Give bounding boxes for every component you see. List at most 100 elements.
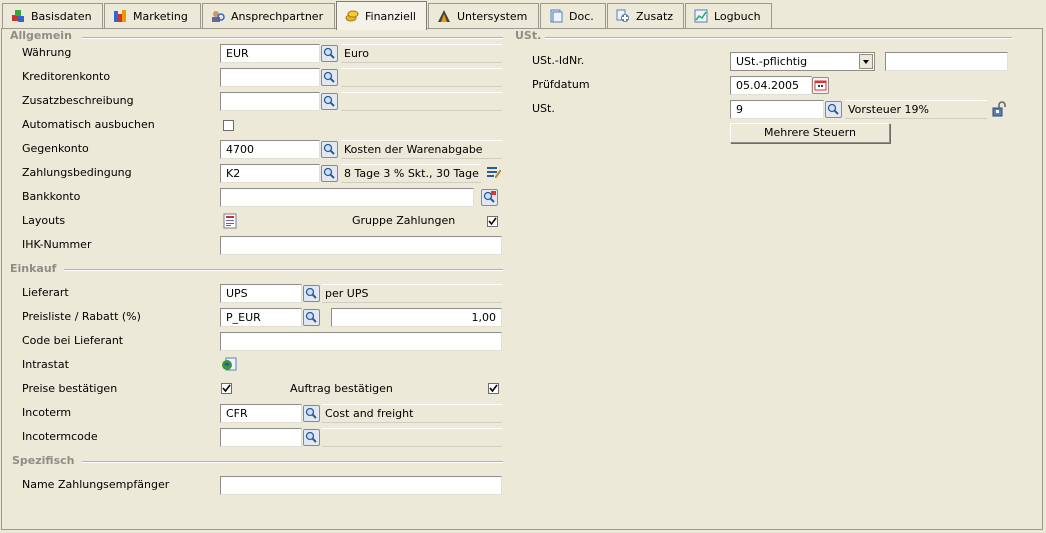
tab-label: Basisdaten [31,9,92,23]
chevron-down-icon [863,60,869,64]
zahlungsbedingung-lookup-button[interactable] [321,165,338,182]
automatisch-ausbuchen-checkbox[interactable] [223,120,234,131]
gegenkonto-lookup-button[interactable] [321,141,338,158]
waehrung-label: Währung [22,46,72,59]
name-zahlungsempfaenger-label: Name Zahlungsempfänger [22,478,170,491]
ihk-nummer-input[interactable] [220,236,502,255]
auftrag-bestaetigen-label: Auftrag bestätigen [290,382,393,395]
incotermcode-lookup-button[interactable] [303,429,320,446]
tab-doc[interactable]: Doc. [540,3,606,28]
contacts-icon [212,11,225,22]
lookup-icon [323,71,335,83]
tab-ansprechpartner[interactable]: Ansprechpartner [202,3,335,28]
ust-idnr-label: USt.-IdNr. [532,54,585,67]
lookup-icon [483,191,496,203]
incotermcode-label: Incotermcode [22,430,98,443]
zahlungsbedingung-label: Zahlungsbedingung [22,166,132,179]
lieferart-lookup-button[interactable] [303,285,320,302]
ust-lookup-button[interactable] [825,101,842,118]
waehrung-input[interactable]: EUR [220,44,320,63]
pruefdatum-input[interactable]: 05.04.2005 [730,76,812,95]
zusatzbeschreibung-lookup-button[interactable] [321,93,338,110]
checkmark-icon [488,217,497,226]
gegenkonto-label: Gegenkonto [22,142,89,155]
name-zahlungsempfaenger-input[interactable] [220,476,502,495]
dropdown-arrow[interactable] [859,54,873,69]
lookup-icon [305,287,317,299]
coins-icon [345,10,359,22]
logbook-icon [694,9,708,23]
checkmark-icon [489,384,498,393]
preisliste-label: Preisliste / Rabatt (%) [22,310,141,323]
incoterm-description: Cost and freight [322,404,502,423]
zusatzbeschreibung-input[interactable] [220,92,320,111]
lookup-icon [827,103,839,115]
blocks-icon [12,10,24,22]
preisliste-lookup-button[interactable] [303,309,320,326]
incoterm-lookup-button[interactable] [303,405,320,422]
gegenkonto-description: Kosten der Warenabgabe [341,140,502,159]
waehrung-description: Euro [341,44,502,63]
layouts-icon[interactable] [222,213,238,229]
bankkonto-input[interactable] [220,188,474,207]
incoterm-input[interactable]: CFR [220,404,302,423]
mehrere-steuern-button[interactable]: Mehrere Steuern [730,123,890,143]
lookup-icon [305,407,317,419]
unlock-icon[interactable] [991,100,1008,117]
lookup-icon [323,95,335,107]
kreditorenkonto-input[interactable] [220,68,320,87]
ust-description: Vorsteuer 19% [845,100,987,119]
automatisch-ausbuchen-label: Automatisch ausbuchen [22,118,155,131]
extra-icon [616,9,629,22]
document-icon [550,9,563,23]
tab-label: Marketing [133,9,188,23]
preise-bestaetigen-checkbox[interactable] [221,383,232,394]
checkmark-icon [222,384,231,393]
ust-code-label: USt. [532,102,555,115]
tab-label: Logbuch [714,9,761,23]
section-title-spezifisch: Spezifisch [12,454,75,467]
calendar-button[interactable] [812,77,829,94]
tab-label: Doc. [569,9,594,23]
auftrag-bestaetigen-checkbox[interactable] [488,383,499,394]
section-title-allgemein: Allgemein [10,29,72,42]
incotermcode-input[interactable] [220,428,302,447]
tab-logbuch[interactable]: Logbuch [685,3,772,28]
tab-untersystem[interactable]: Untersystem [428,3,539,28]
gruppe-zahlungen-checkbox[interactable] [487,216,498,227]
ihk-nummer-label: IHK-Nummer [22,238,92,251]
tab-label: Zusatz [636,9,674,23]
edit-list-icon[interactable] [486,166,502,180]
ust-code-input[interactable]: 9 [730,100,824,119]
waehrung-lookup-button[interactable] [321,45,338,62]
tab-bar: Basisdaten Marketing Ansprechpartner Fin… [0,0,1046,30]
rabatt-input[interactable]: 1,00 [331,308,502,327]
code-bei-lieferant-label: Code bei Lieferant [22,334,124,347]
preisliste-input[interactable]: P_EUR [220,308,302,327]
tab-basisdaten[interactable]: Basisdaten [2,3,103,28]
lieferart-input[interactable]: UPS [220,284,302,303]
preise-bestaetigen-label: Preise bestätigen [22,382,118,395]
intrastat-icon[interactable] [221,356,238,372]
lookup-icon [323,143,335,155]
section-title-ust: USt. [515,29,542,42]
tab-zusatz[interactable]: Zusatz [607,3,684,28]
bankkonto-lookup-button[interactable] [481,189,498,206]
tab-label: Finanziell [365,9,416,23]
tab-marketing[interactable]: Marketing [104,3,201,28]
tab-label: Untersystem [457,9,528,23]
code-bei-lieferant-input[interactable] [220,332,502,351]
lookup-icon [305,311,317,323]
intrastat-label: Intrastat [22,358,69,371]
kreditorenkonto-lookup-button[interactable] [321,69,338,86]
zahlungsbedingung-input[interactable]: K2 [220,164,320,183]
ust-idnr-input[interactable] [885,52,1008,71]
layouts-label: Layouts [22,214,66,227]
tab-finanziell[interactable]: Finanziell [336,1,427,30]
gegenkonto-input[interactable]: 4700 [220,140,320,159]
pruefdatum-label: Prüfdatum [532,78,590,91]
section-divider [82,461,503,463]
tent-icon [438,10,450,22]
ust-status-value: USt.-pflichtig [736,55,808,68]
ust-status-select[interactable]: USt.-pflichtig [730,52,875,71]
